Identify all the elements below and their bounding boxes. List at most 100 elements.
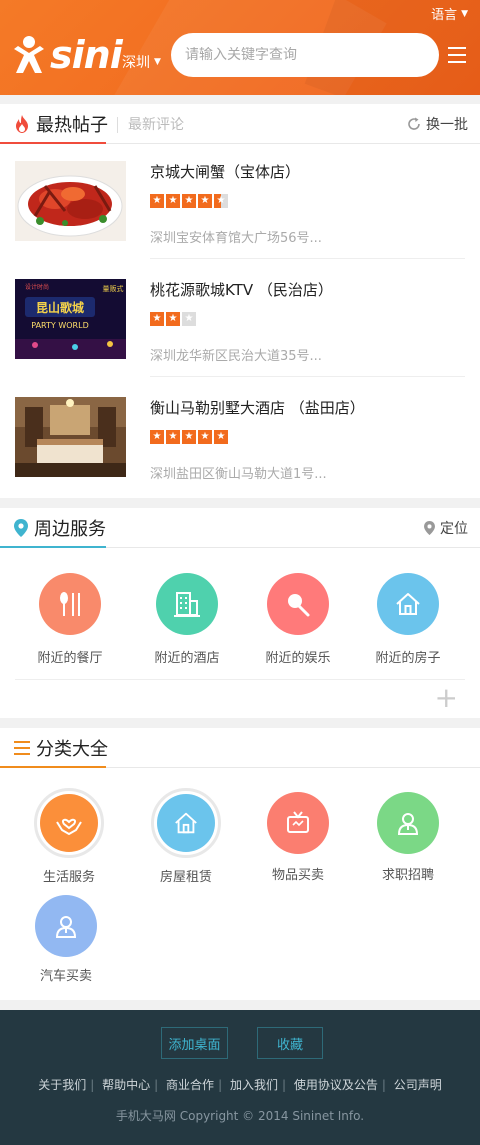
nearby-entertainment-label: 附近的娱乐 <box>265 651 331 666</box>
category-label: 汽车买卖 <box>39 969 92 984</box>
categories-title: 分类大全 <box>14 728 108 768</box>
hot-posts-title-text: 最热帖子 <box>36 115 108 136</box>
refresh-icon <box>408 117 420 130</box>
post-address: 深圳宝安体育馆大广场56号... <box>150 231 322 246</box>
logo-text: sini <box>50 33 123 77</box>
categories-title-text: 分类大全 <box>36 739 108 760</box>
nearby-house[interactable]: 附近的房子 <box>353 573 463 666</box>
ktv-right-text: 量贩式 <box>103 284 124 293</box>
menu-icon[interactable] <box>448 47 466 63</box>
category-house-rental[interactable]: 房屋租赁 <box>131 788 241 885</box>
microphone-icon <box>267 573 329 635</box>
star-icon: ★ <box>182 430 196 444</box>
star-icon: ★ <box>150 312 164 326</box>
footer-link[interactable]: 公司声明 <box>394 1078 442 1092</box>
locate-button[interactable]: 定位 <box>424 508 468 548</box>
copyright-text: 手机大马网 Copyright © 2014 Sininet Info. <box>115 1109 365 1123</box>
flame-icon <box>16 115 28 133</box>
footer-links: 关于我们 | 帮助中心 | 商业合作 | 加入我们 | 使用协议及公告 | 公司声明 <box>38 1078 442 1092</box>
star-rating: ★ ★ ★ ★ ★ <box>150 430 228 444</box>
tv-icon <box>267 792 329 854</box>
category-jobs[interactable]: 求职招聘 <box>353 792 463 883</box>
location-pin-icon <box>424 521 435 535</box>
post-title[interactable]: 衡山马勒别墅大酒店 （盐田店） <box>150 397 365 418</box>
star-icon: ★ <box>214 430 228 444</box>
caret-down-icon: ▼ <box>154 57 161 67</box>
nearby-house-label: 附近的房子 <box>375 651 441 666</box>
category-label: 房屋租赁 <box>159 870 212 885</box>
ktv-top-text: 设计时尚 <box>25 283 49 291</box>
footer-link[interactable]: 帮助中心 <box>102 1078 150 1092</box>
location-pin-icon <box>14 519 28 537</box>
person-icon <box>35 895 97 957</box>
site-logo[interactable]: sini <box>10 33 123 77</box>
heart-hands-icon <box>40 794 98 852</box>
tab-latest-comments[interactable]: 最新评论 <box>128 104 184 144</box>
add-to-desktop-button[interactable]: 添加桌面 <box>161 1027 228 1059</box>
post-title[interactable]: 京城大闸蟹（宝体店） <box>150 161 300 182</box>
category-goods-trade[interactable]: 物品买卖 <box>243 792 353 883</box>
caret-down-icon: ▼ <box>461 8 468 19</box>
post-thumbnail-ktv: 昆山歌城 PARTY WORLD 设计时尚 量贩式 <box>15 279 126 359</box>
house-icon <box>157 794 215 852</box>
category-label: 求职招聘 <box>381 868 434 883</box>
city-label: 深圳 <box>122 55 150 71</box>
language-label: 语言 <box>431 8 458 23</box>
favorite-button[interactable]: 收藏 <box>257 1027 323 1059</box>
nearby-title: 周边服务 <box>14 508 106 548</box>
category-car-trade[interactable]: 汽车买卖 <box>11 895 121 984</box>
post-thumbnail-hotel <box>15 397 126 477</box>
more-plus-icon[interactable]: + <box>435 684 458 712</box>
nearby-entertainment[interactable]: 附近的娱乐 <box>243 573 353 666</box>
nearby-services-section: 周边服务 定位 附近的餐厅 附近的酒店 附近的娱乐 附近的房子 + <box>0 508 480 718</box>
post-title[interactable]: 桃花源歌城KTV （民治店） <box>150 279 333 300</box>
nearby-restaurant-label: 附近的餐厅 <box>37 651 103 666</box>
star-icon: ★ <box>198 430 212 444</box>
ktv-sub-text: PARTY WORLD <box>31 321 88 330</box>
utensils-icon <box>39 573 101 635</box>
star-icon: ★ <box>150 194 164 208</box>
star-icon: ★ <box>166 312 180 326</box>
category-label: 生活服务 <box>42 870 95 885</box>
footer-link[interactable]: 商业合作 <box>166 1078 214 1092</box>
nearby-hotel[interactable]: 附近的酒店 <box>132 573 242 666</box>
page-footer: 添加桌面 收藏 关于我们 | 帮助中心 | 商业合作 | 加入我们 | 使用协议及公告 |… <box>0 1010 480 1145</box>
refresh-button[interactable]: 换一批 <box>407 104 468 144</box>
star-icon: ★ <box>166 194 180 208</box>
empty-star-icon: ★ <box>182 312 196 326</box>
star-icon: ★ <box>198 194 212 208</box>
footer-link[interactable]: 使用协议及公告 <box>294 1078 378 1092</box>
nearby-title-text: 周边服务 <box>34 519 106 540</box>
post-item[interactable]: 京城大闸蟹（宝体店） ★ ★ ★ ★ ★ 深圳宝安体育馆大广场56号... <box>15 144 465 262</box>
logo-figure-icon <box>14 36 44 73</box>
building-icon <box>156 573 218 635</box>
nearby-restaurant[interactable]: 附近的餐厅 <box>15 573 125 666</box>
search-box <box>171 33 439 77</box>
house-icon <box>377 573 439 635</box>
footer-link[interactable]: 关于我们 <box>38 1078 86 1092</box>
categories-section: 分类大全 生活服务 房屋租赁 物品买卖 求职招聘 汽车买卖 <box>0 728 480 1000</box>
language-selector[interactable]: 语言 ▼ <box>431 4 468 23</box>
ktv-sign-text: 昆山歌城 <box>36 300 84 315</box>
hot-posts-title[interactable]: 最热帖子 <box>14 104 108 144</box>
category-life-services[interactable]: 生活服务 <box>14 788 124 885</box>
locate-label: 定位 <box>440 521 468 537</box>
star-rating: ★ ★ ★ <box>150 312 196 326</box>
star-rating: ★ ★ ★ ★ ★ <box>150 194 228 208</box>
post-address: 深圳盐田区衡山马勒大道1号... <box>150 467 327 482</box>
star-icon: ★ <box>166 430 180 444</box>
city-selector[interactable]: 深圳 ▼ <box>122 52 161 72</box>
hot-posts-section: 最热帖子 最新评论 换一批 京城大闸蟹（宝体店） ★ ★ ★ ★ ★ 深圳宝安体… <box>0 104 480 498</box>
search-input[interactable] <box>185 47 439 63</box>
post-thumbnail-food <box>15 161 126 241</box>
app-header: sini 语言 ▼ 深圳 ▼ <box>0 0 480 95</box>
post-item[interactable]: 昆山歌城 PARTY WORLD 设计时尚 量贩式 桃花源歌城KTV （民治店）… <box>15 262 465 380</box>
star-icon: ★ <box>182 194 196 208</box>
list-icon <box>14 741 30 755</box>
person-icon <box>377 792 439 854</box>
refresh-label: 换一批 <box>426 117 468 133</box>
footer-link[interactable]: 加入我们 <box>230 1078 278 1092</box>
nearby-hotel-label: 附近的酒店 <box>154 651 220 666</box>
post-item[interactable]: 衡山马勒别墅大酒店 （盐田店） ★ ★ ★ ★ ★ 深圳盐田区衡山马勒大道1号... <box>15 380 465 498</box>
category-label: 物品买卖 <box>271 868 324 883</box>
